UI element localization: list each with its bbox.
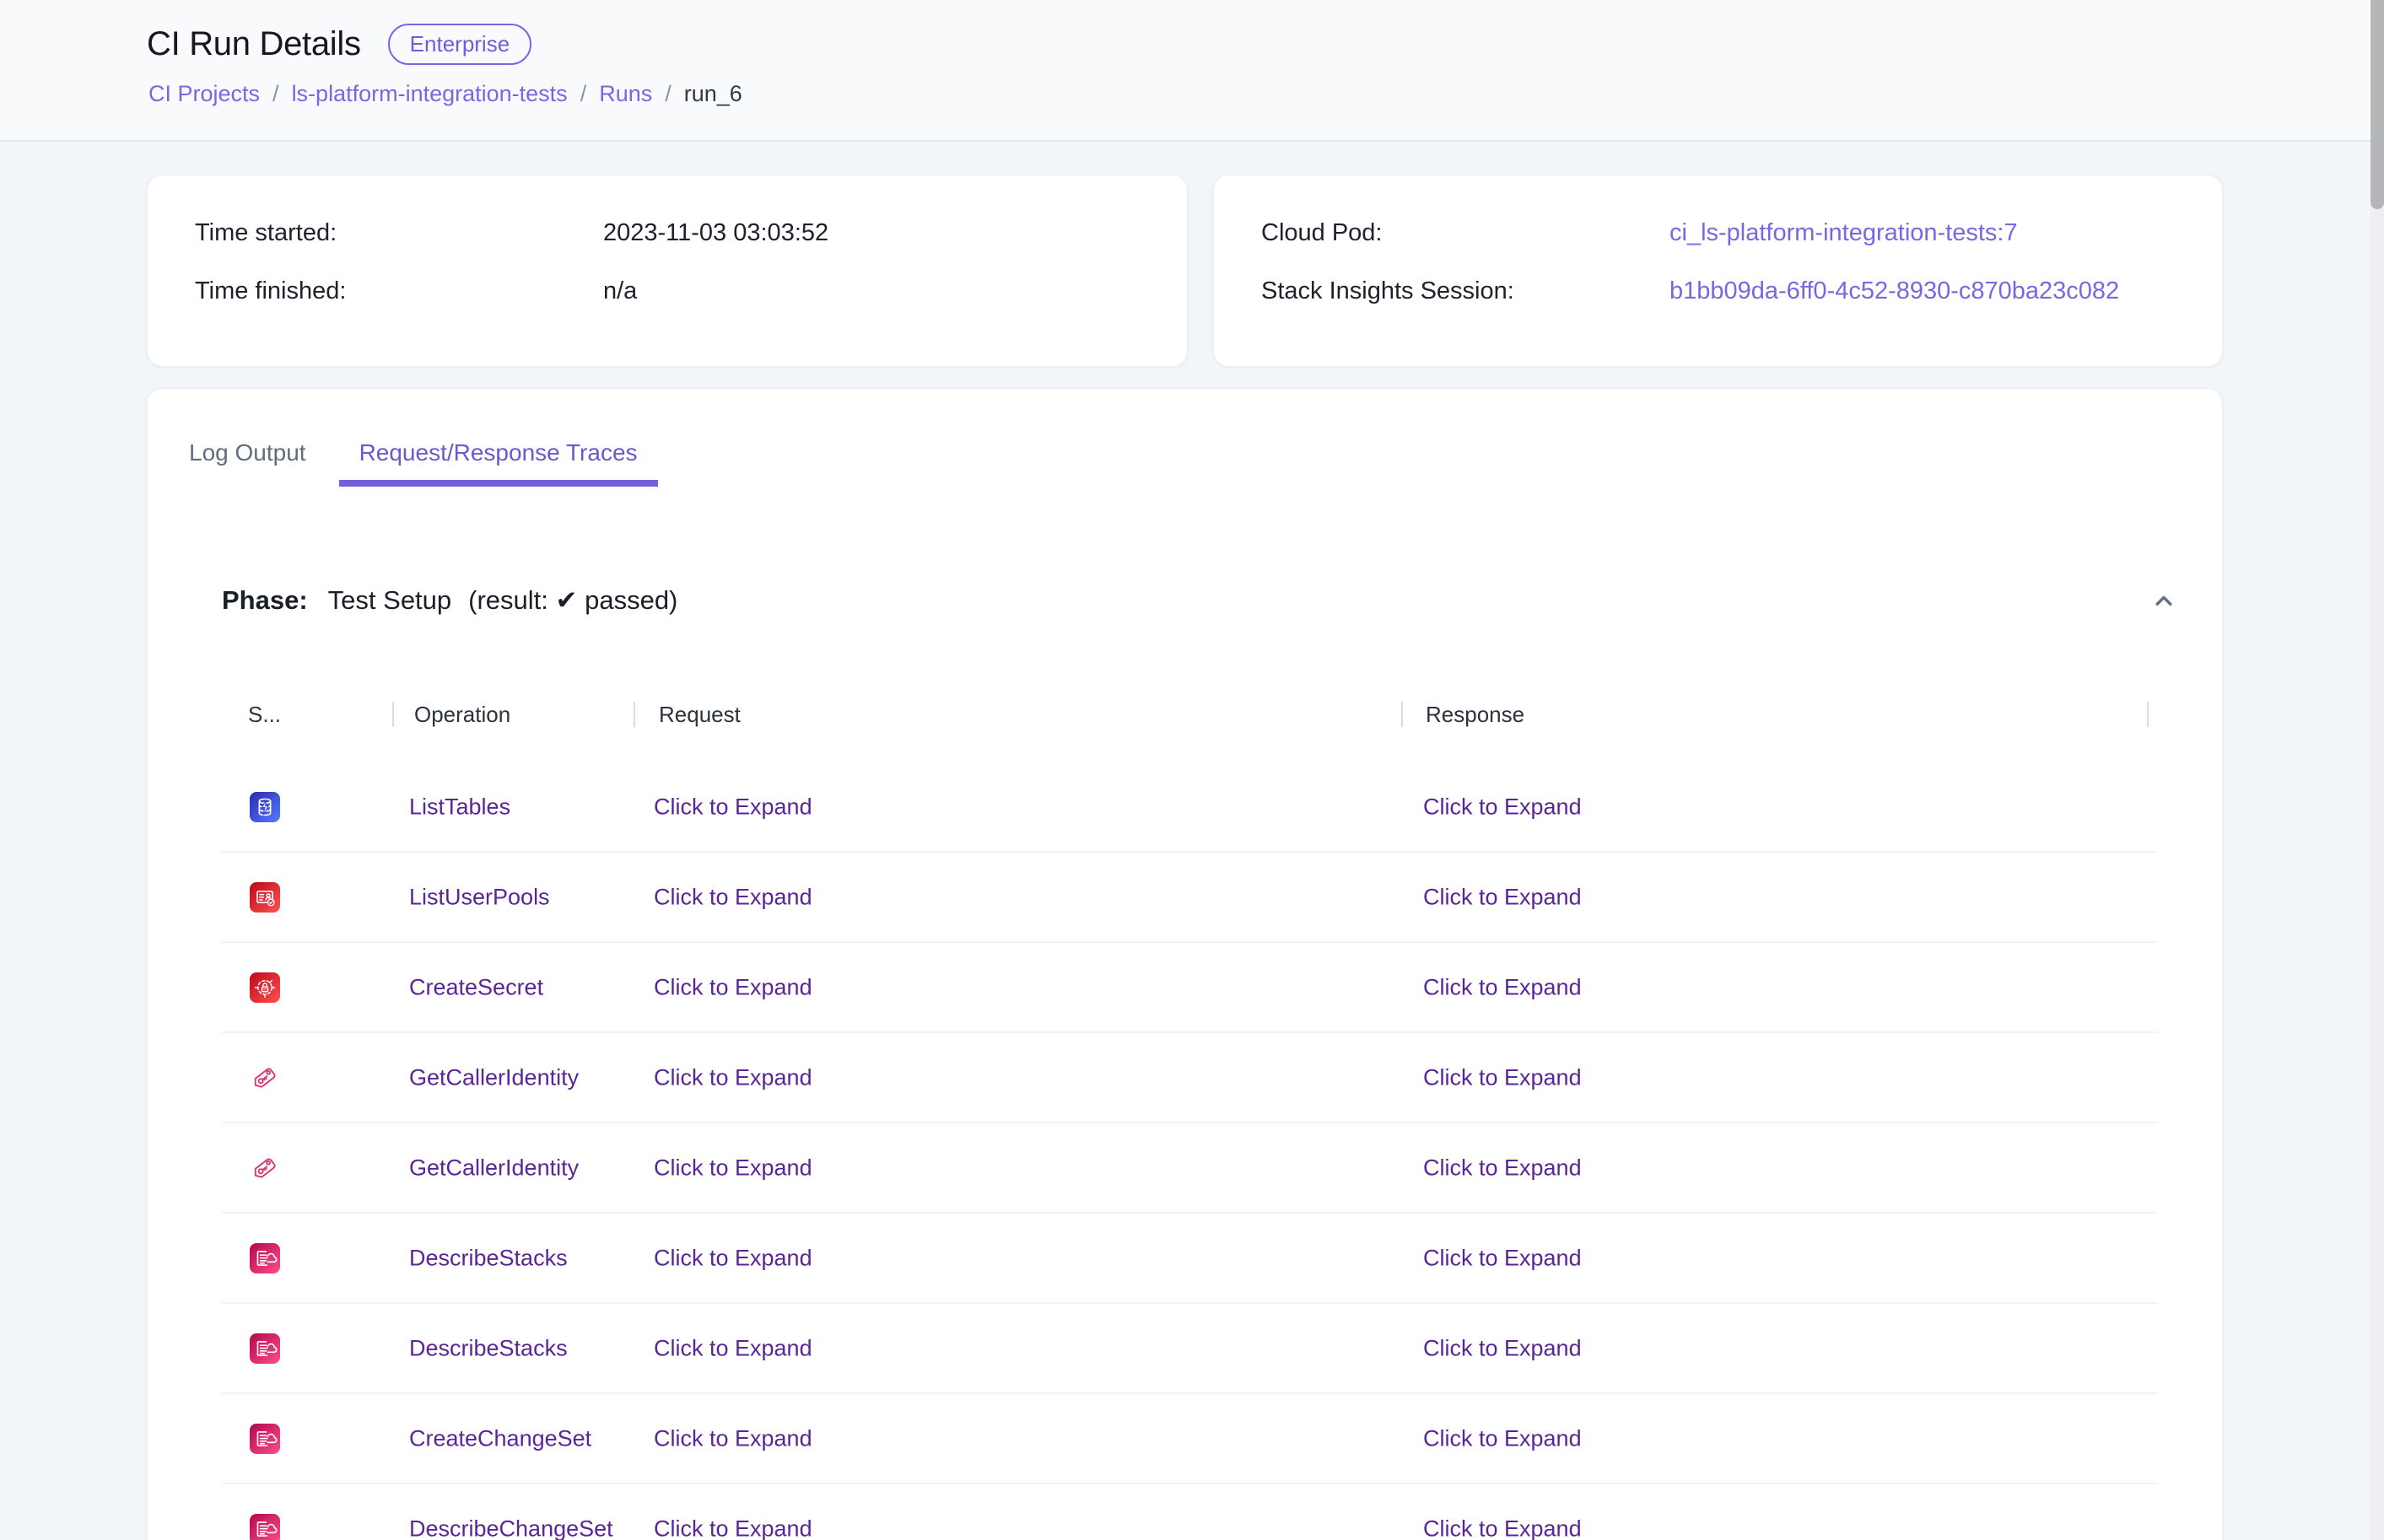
request-expand-link[interactable]: Click to Expand [654, 1245, 812, 1271]
table-row: CreateSecret Click to Expand Click to Ex… [222, 943, 2158, 1033]
cloudformation-service-icon [249, 1333, 281, 1365]
column-divider [2147, 702, 2149, 727]
response-expand-link[interactable]: Click to Expand [1423, 1425, 1582, 1451]
dynamodb-service-icon [249, 791, 281, 823]
table-body: ListTables Click to Expand Click to Expa… [148, 762, 2222, 1540]
operation-link[interactable]: GetCallerIdentity [409, 1064, 579, 1090]
breadcrumb: CI Projects / ls-platform-integration-te… [148, 81, 742, 107]
response-expand-link[interactable]: Click to Expand [1423, 1335, 1582, 1361]
breadcrumb-separator: / [665, 81, 672, 107]
sts-service-icon [249, 1062, 281, 1094]
title-row: CI Run Details Enterprise [147, 24, 531, 65]
request-expand-link[interactable]: Click to Expand [654, 1064, 812, 1090]
scrollbar-track[interactable] [2371, 0, 2384, 1540]
phase-header: Phase: Test Setup (result: ✔ passed) [222, 582, 2178, 619]
table-row: ListUserPools Click to Expand Click to E… [222, 853, 2158, 943]
operation-link[interactable]: DescribeStacks [409, 1335, 568, 1361]
response-expand-link[interactable]: Click to Expand [1423, 1245, 1582, 1271]
column-header-request: Request [659, 702, 741, 728]
cloudformation-service-icon [249, 1423, 281, 1455]
request-expand-link[interactable]: Click to Expand [654, 974, 812, 1000]
breadcrumb-current-run: run_6 [684, 81, 742, 107]
response-expand-link[interactable]: Click to Expand [1423, 1516, 1582, 1540]
sts-service-icon [249, 1152, 281, 1184]
column-divider [1401, 702, 1403, 727]
enterprise-badge: Enterprise [388, 24, 532, 65]
time-started-label: Time started: [195, 219, 603, 247]
scrollbar-thumb[interactable] [2371, 0, 2384, 209]
cognito-service-icon [249, 881, 281, 913]
operation-link[interactable]: ListUserPools [409, 884, 550, 910]
traces-card: Log Output Request/Response Traces Phase… [147, 388, 2223, 1540]
response-expand-link[interactable]: Click to Expand [1423, 974, 1582, 1000]
run-links-grid: Cloud Pod: ci_ls-platform-integration-te… [1214, 175, 2222, 305]
run-times-grid: Time started: 2023-11-03 03:03:52 Time f… [148, 175, 1187, 305]
table-row: GetCallerIdentity Click to Expand Click … [222, 1123, 2158, 1214]
tab-request-response-traces[interactable]: Request/Response Traces [339, 439, 658, 487]
stack-insights-session-label: Stack Insights Session: [1261, 277, 1669, 305]
collapse-phase-button[interactable] [2149, 586, 2178, 615]
request-expand-link[interactable]: Click to Expand [654, 884, 812, 910]
request-expand-link[interactable]: Click to Expand [654, 1335, 812, 1361]
operation-link[interactable]: GetCallerIdentity [409, 1155, 579, 1181]
run-links-card: Cloud Pod: ci_ls-platform-integration-te… [1213, 175, 2223, 367]
breadcrumb-link-project[interactable]: ls-platform-integration-tests [292, 81, 568, 107]
operation-link[interactable]: CreateSecret [409, 974, 543, 1000]
operation-link[interactable]: CreateChangeSet [409, 1425, 591, 1451]
time-finished-value: n/a [603, 277, 1187, 305]
column-header-response: Response [1426, 702, 1524, 728]
phase-result: (result: ✔ passed) [468, 585, 677, 616]
response-expand-link[interactable]: Click to Expand [1423, 1064, 1582, 1090]
table-row: DescribeStacks Click to Expand Click to … [222, 1304, 2158, 1394]
request-expand-link[interactable]: Click to Expand [654, 1425, 812, 1451]
response-expand-link[interactable]: Click to Expand [1423, 1155, 1582, 1181]
operation-link[interactable]: DescribeChangeSet [409, 1516, 613, 1540]
table-row: DescribeChangeSet Click to Expand Click … [222, 1484, 2158, 1540]
breadcrumb-separator: / [580, 81, 587, 107]
time-started-value: 2023-11-03 03:03:52 [603, 219, 1187, 247]
cloudformation-service-icon [249, 1242, 281, 1274]
page-header: CI Run Details Enterprise CI Projects / … [0, 0, 2384, 142]
column-header-service: S... [248, 702, 281, 728]
breadcrumb-link-runs[interactable]: Runs [599, 81, 652, 107]
secretsmanager-service-icon [249, 972, 281, 1004]
column-header-operation: Operation [414, 702, 510, 728]
run-times-card: Time started: 2023-11-03 03:03:52 Time f… [147, 175, 1188, 367]
operation-link[interactable]: DescribeStacks [409, 1245, 568, 1271]
phase-name: Test Setup [328, 585, 451, 616]
ci-run-details-page: CI Run Details Enterprise CI Projects / … [0, 0, 2384, 1540]
response-expand-link[interactable]: Click to Expand [1423, 884, 1582, 910]
stack-insights-session-link[interactable]: b1bb09da-6ff0-4c52-8930-c870ba23c082 [1669, 277, 2119, 304]
request-expand-link[interactable]: Click to Expand [654, 1516, 812, 1540]
chevron-up-icon [2149, 586, 2178, 615]
request-expand-link[interactable]: Click to Expand [654, 1155, 812, 1181]
request-expand-link[interactable]: Click to Expand [654, 794, 812, 820]
tab-log-output[interactable]: Log Output [169, 439, 326, 487]
table-row: DescribeStacks Click to Expand Click to … [222, 1214, 2158, 1304]
cloudformation-service-icon [249, 1513, 281, 1540]
time-finished-label: Time finished: [195, 277, 603, 305]
table-row: CreateChangeSet Click to Expand Click to… [222, 1394, 2158, 1484]
table-row: ListTables Click to Expand Click to Expa… [222, 762, 2158, 853]
table-row: GetCallerIdentity Click to Expand Click … [222, 1033, 2158, 1123]
page-title: CI Run Details [147, 25, 361, 63]
operation-link[interactable]: ListTables [409, 794, 510, 820]
phase-label: Phase: [222, 585, 308, 616]
table-header: S... Operation Request Response [148, 702, 2222, 729]
breadcrumb-link-ci-projects[interactable]: CI Projects [148, 81, 260, 107]
cloud-pod-link[interactable]: ci_ls-platform-integration-tests:7 [1669, 219, 2018, 246]
column-divider [634, 702, 635, 727]
response-expand-link[interactable]: Click to Expand [1423, 794, 1582, 820]
cloud-pod-label: Cloud Pod: [1261, 219, 1669, 247]
tab-bar: Log Output Request/Response Traces [169, 439, 658, 487]
breadcrumb-separator: / [272, 81, 279, 107]
column-divider [392, 702, 394, 727]
